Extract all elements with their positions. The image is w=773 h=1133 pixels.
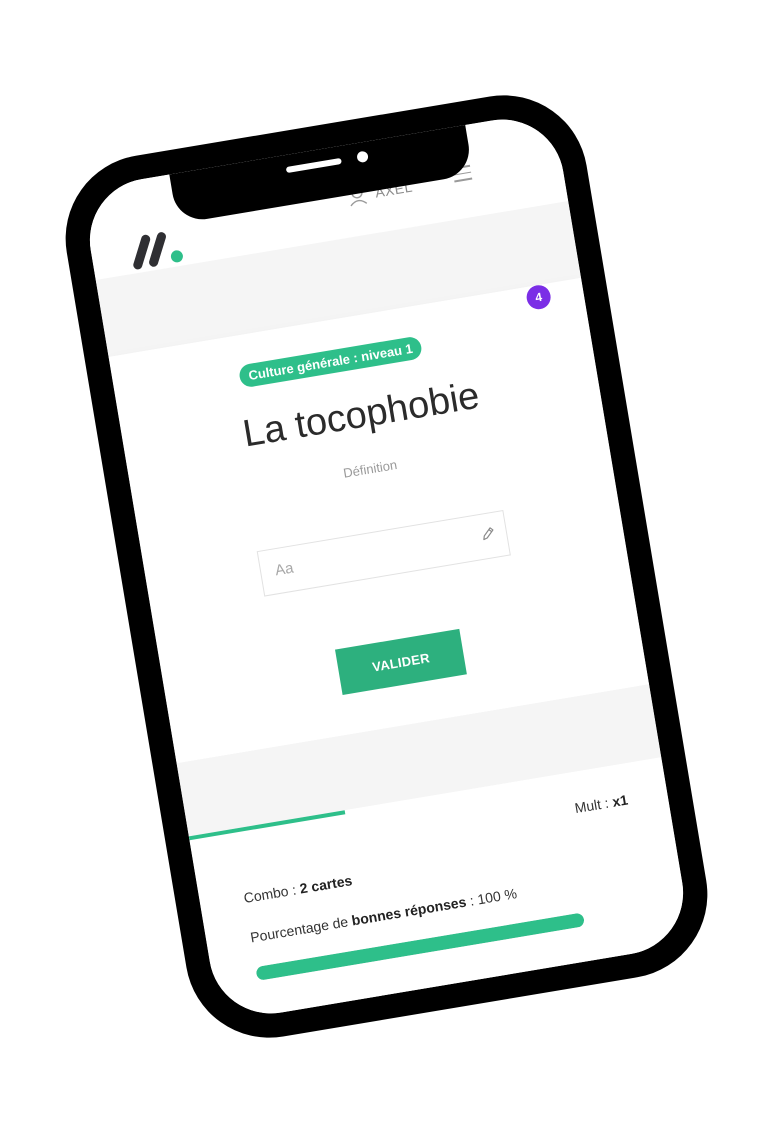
combo-label: Combo : bbox=[242, 881, 298, 906]
speaker-grille bbox=[285, 157, 342, 174]
phone-screen: AXEL 4 Culture générale : niveau 1 La to… bbox=[80, 110, 693, 1023]
multiplier: Mult : x1 bbox=[573, 791, 629, 816]
answer-field bbox=[256, 509, 511, 597]
pencil-icon bbox=[483, 527, 494, 541]
combo: Combo : 2 cartes bbox=[242, 872, 353, 906]
mult-value: x1 bbox=[611, 791, 630, 810]
front-camera bbox=[356, 150, 369, 164]
validate-button[interactable]: VALIDER bbox=[335, 628, 467, 696]
phone-frame: AXEL 4 Culture générale : niveau 1 La to… bbox=[52, 82, 721, 1051]
percent-suffix: : 100 % bbox=[468, 885, 519, 909]
answer-input[interactable] bbox=[257, 514, 490, 594]
percent-prefix: Pourcentage de bbox=[249, 913, 350, 946]
category-tag: Culture générale : niveau 1 bbox=[237, 335, 424, 389]
percent-bold: bonnes réponses bbox=[350, 893, 468, 929]
card-word: La tocophobie bbox=[239, 374, 483, 456]
flashcard: 4 Culture générale : niveau 1 La tocopho… bbox=[108, 277, 650, 764]
combo-value: 2 cartes bbox=[298, 872, 354, 897]
card-count-badge: 4 bbox=[524, 283, 553, 312]
mult-label: Mult : bbox=[573, 794, 610, 817]
